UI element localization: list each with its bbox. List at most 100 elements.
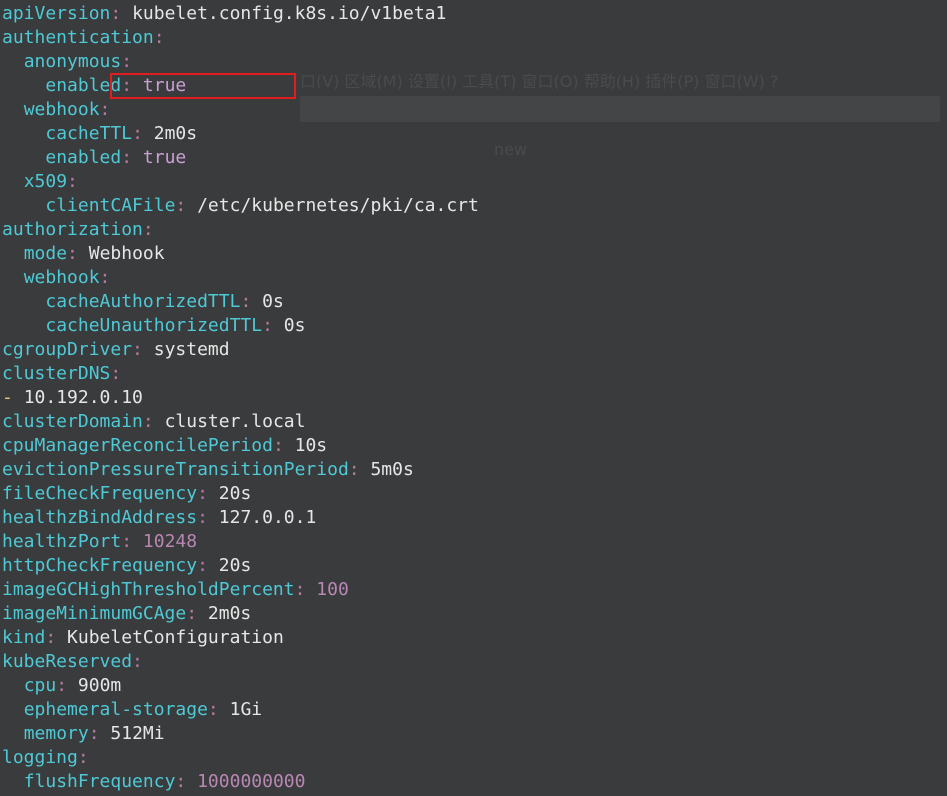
code-line[interactable]: enabled: true <box>2 146 479 170</box>
colon: : <box>88 723 100 744</box>
yaml-key: webhook <box>23 99 100 120</box>
colon: : <box>142 219 154 240</box>
code-line[interactable]: healthzPort: 10248 <box>2 530 479 554</box>
yaml-key: enabled <box>45 147 122 168</box>
code-line[interactable]: - 10.192.0.10 <box>2 386 479 410</box>
code-line[interactable]: clusterDNS: <box>2 362 479 386</box>
colon: : <box>262 315 273 336</box>
code-line[interactable]: x509: <box>2 170 479 194</box>
yaml-key: cacheAuthorizedTTL <box>45 291 241 312</box>
code-line[interactable]: clusterDomain: cluster.local <box>2 410 479 434</box>
code-line[interactable]: kind: KubeletConfiguration <box>2 626 479 650</box>
colon: : <box>67 243 78 264</box>
yaml-key: anonymous <box>23 51 122 72</box>
colon: : <box>240 291 252 312</box>
ghost-tab-label: new <box>494 140 528 159</box>
code-line[interactable]: kubeReserved: <box>2 650 479 674</box>
colon: : <box>142 411 154 432</box>
colon: : <box>56 675 68 696</box>
yaml-value: /etc/kubernetes/pki/ca.crt <box>197 195 479 216</box>
yaml-value: 127.0.0.1 <box>218 507 317 528</box>
yaml-key: imageMinimumGCAge <box>2 603 187 624</box>
code-line[interactable]: evictionPressureTransitionPeriod: 5m0s <box>2 458 479 482</box>
yaml-value: 1000000000 <box>197 771 306 792</box>
yaml-value: 0s <box>262 291 284 312</box>
yaml-key: clusterDNS <box>2 363 111 384</box>
code-line[interactable]: cpuManagerReconcilePeriod: 10s <box>2 434 479 458</box>
code-line[interactable]: flushFrequency: 1000000000 <box>2 770 479 794</box>
yaml-value: systemd <box>153 339 230 360</box>
code-line[interactable]: ephemeral-storage: 1Gi <box>2 698 479 722</box>
colon: : <box>175 195 187 216</box>
yaml-value: 10.192.0.10 <box>23 387 143 408</box>
yaml-key: healthzPort <box>2 531 122 552</box>
yaml-value: true <box>142 147 187 168</box>
yaml-key: clientCAFile <box>45 195 176 216</box>
code-line[interactable]: authorization: <box>2 218 479 242</box>
yaml-key: kind <box>2 627 46 648</box>
yaml-key: flushFrequency <box>23 771 176 792</box>
code-line[interactable]: fileCheckFrequency: 20s <box>2 482 479 506</box>
code-line[interactable]: mode: Webhook <box>2 242 479 266</box>
yaml-value: true <box>142 75 187 96</box>
yaml-value: 10s <box>294 435 328 456</box>
yaml-key: authorization <box>2 219 143 240</box>
yaml-value: cluster.local <box>164 411 306 432</box>
code-line[interactable]: anonymous: <box>2 50 479 74</box>
code-editor[interactable]: 口(V) 区域(M) 设置(I) 工具(T) 窗口(O) 帮助(H) 插件(P)… <box>0 0 947 796</box>
colon: : <box>67 171 78 192</box>
yaml-value: 1Gi <box>229 699 263 720</box>
colon: : <box>121 531 133 552</box>
code-line[interactable]: webhook: <box>2 98 479 122</box>
yaml-key: cpuManagerReconcilePeriod <box>2 435 273 456</box>
code-line[interactable]: clientCAFile: /etc/kubernetes/pki/ca.crt <box>2 194 479 218</box>
code-line[interactable]: healthzBindAddress: 127.0.0.1 <box>2 506 479 530</box>
colon: : <box>272 435 284 456</box>
code-line[interactable]: memory: 512Mi <box>2 722 479 746</box>
yaml-key: memory <box>23 723 89 744</box>
colon: : <box>348 459 360 480</box>
code-line[interactable]: cacheAuthorizedTTL: 0s <box>2 290 479 314</box>
code-line[interactable]: imageGCHighThresholdPercent: 100 <box>2 578 479 602</box>
code-line[interactable]: cacheUnauthorizedTTL: 0s <box>2 314 479 338</box>
code-line[interactable]: webhook: <box>2 266 479 290</box>
code-line[interactable]: enabled: true <box>2 74 479 98</box>
yaml-key: cacheUnauthorizedTTL <box>45 315 263 336</box>
code-line[interactable]: apiVersion: kubelet.config.k8s.io/v1beta… <box>2 2 479 26</box>
yaml-value: 0s <box>283 315 306 336</box>
code-line[interactable]: authentication: <box>2 26 479 50</box>
colon: : <box>175 771 187 792</box>
code-line[interactable]: cgroupDriver: systemd <box>2 338 479 362</box>
colon: : <box>197 483 208 504</box>
yaml-key: kubeReserved <box>2 651 133 672</box>
code-line[interactable]: imageMinimumGCAge: 2m0s <box>2 602 479 626</box>
yaml-key: apiVersion <box>2 3 111 24</box>
colon: : <box>99 267 111 288</box>
yaml-value: 2m0s <box>207 603 252 624</box>
colon: : <box>110 363 122 384</box>
code-line[interactable]: logging: <box>2 746 479 770</box>
colon: : <box>294 579 306 600</box>
colon: : <box>197 555 208 576</box>
yaml-key: mode <box>23 243 68 264</box>
yaml-value: 2m0s <box>153 123 198 144</box>
yaml-value: KubeletConfiguration <box>67 627 284 648</box>
yaml-value: Webhook <box>88 243 165 264</box>
colon: : <box>132 339 143 360</box>
colon: : <box>186 603 198 624</box>
code-line[interactable]: cpu: 900m <box>2 674 479 698</box>
colon: : <box>121 147 133 168</box>
colon: : <box>207 699 219 720</box>
colon: : <box>77 747 89 768</box>
code-line[interactable]: httpCheckFrequency: 20s <box>2 554 479 578</box>
colon: : <box>110 3 122 24</box>
yaml-key: enabled <box>45 75 122 96</box>
yaml-content: apiVersion: kubelet.config.k8s.io/v1beta… <box>2 2 479 794</box>
yaml-value: 10248 <box>142 531 198 552</box>
code-line[interactable]: cacheTTL: 2m0s <box>2 122 479 146</box>
colon: : <box>45 627 57 648</box>
yaml-key: evictionPressureTransitionPeriod <box>2 459 349 480</box>
yaml-value: 512Mi <box>110 723 165 744</box>
yaml-key: ephemeral-storage <box>23 699 208 720</box>
yaml-key: cacheTTL <box>45 123 133 144</box>
